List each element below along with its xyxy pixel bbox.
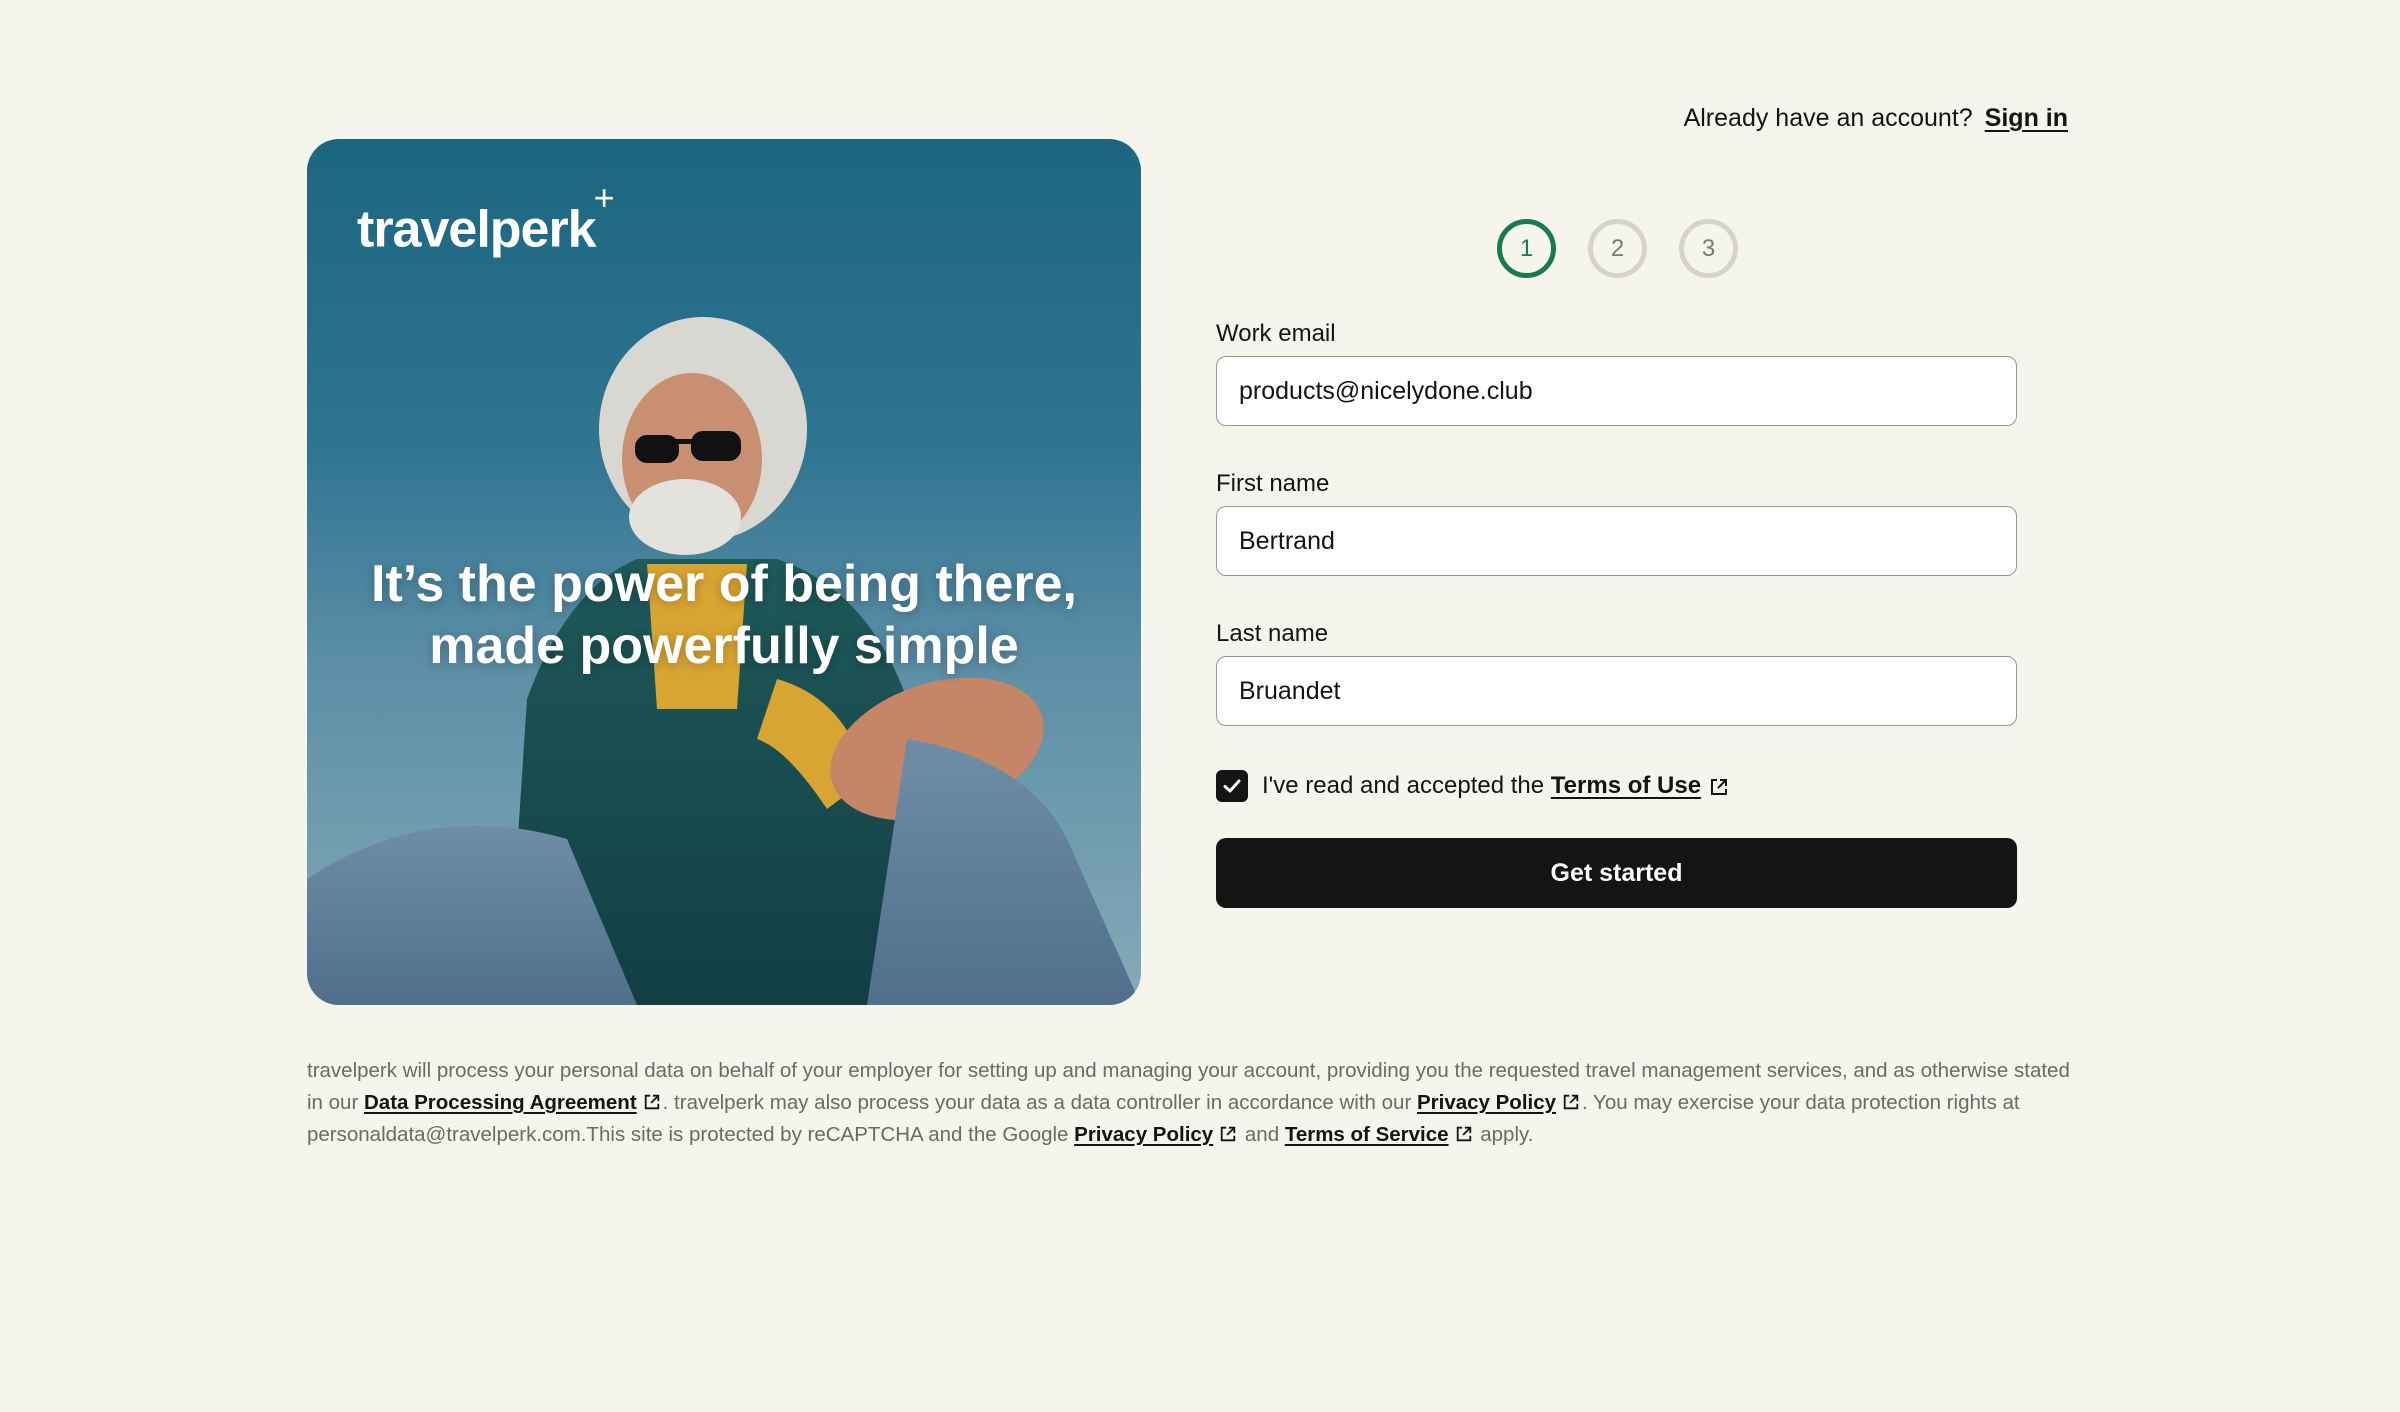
legal-notice: travelperk will process your personal da… xyxy=(307,1059,2070,1146)
step-2: 2 xyxy=(1588,219,1647,278)
first-name-input[interactable] xyxy=(1216,506,2017,576)
first-name-label: First name xyxy=(1216,470,1330,497)
last-name-label: Last name xyxy=(1216,620,1329,647)
step-3: 3 xyxy=(1679,219,1738,278)
terms-of-use-link[interactable]: Terms of Use xyxy=(1551,772,1701,799)
external-link-icon xyxy=(1456,1126,1471,1142)
email-field-group: Work email xyxy=(1216,320,2017,426)
email-input[interactable] xyxy=(1216,356,2017,426)
terms-row: I've read and accepted the Terms of Use xyxy=(1216,770,2017,802)
hero-headline-line-2: made powerfully simple xyxy=(429,617,1019,675)
first-name-field-group: First name xyxy=(1216,470,2017,576)
signin-row: Already have an account? Sign in xyxy=(1684,104,2068,133)
privacy-policy-link[interactable]: Privacy Policy xyxy=(1417,1091,1556,1114)
signup-form: Work email First name Last name I've rea… xyxy=(1216,320,2017,908)
signin-prompt: Already have an account? xyxy=(1683,104,1973,132)
travelperk-logo: travelperk+ xyxy=(357,177,615,259)
external-link-icon xyxy=(1221,1126,1236,1142)
get-started-button[interactable]: Get started xyxy=(1216,838,2017,908)
terms-checkbox[interactable] xyxy=(1216,770,1248,802)
dpa-link[interactable]: Data Processing Agreement xyxy=(364,1091,637,1114)
hero-headline-line-1: It’s the power of being there, xyxy=(371,555,1077,613)
checkmark-icon xyxy=(1223,779,1241,793)
google-terms-link[interactable]: Terms of Service xyxy=(1285,1123,1449,1146)
external-link-icon xyxy=(1711,778,1728,795)
hero-card: travelperk+ It’s the power of being ther… xyxy=(307,139,1141,1005)
external-link-icon xyxy=(644,1094,659,1110)
signin-link[interactable]: Sign in xyxy=(1985,104,2068,133)
step-1: 1 xyxy=(1497,219,1556,278)
last-name-input[interactable] xyxy=(1216,656,2017,726)
terms-text: I've read and accepted the Terms of Use xyxy=(1262,772,1729,800)
last-name-field-group: Last name xyxy=(1216,620,2017,726)
google-privacy-policy-link[interactable]: Privacy Policy xyxy=(1074,1123,1213,1146)
external-link-icon xyxy=(1563,1094,1579,1110)
email-label: Work email xyxy=(1216,320,1336,347)
hero-headline: It’s the power of being there, made powe… xyxy=(307,553,1141,677)
step-indicator: 1 2 3 xyxy=(1497,219,1738,278)
